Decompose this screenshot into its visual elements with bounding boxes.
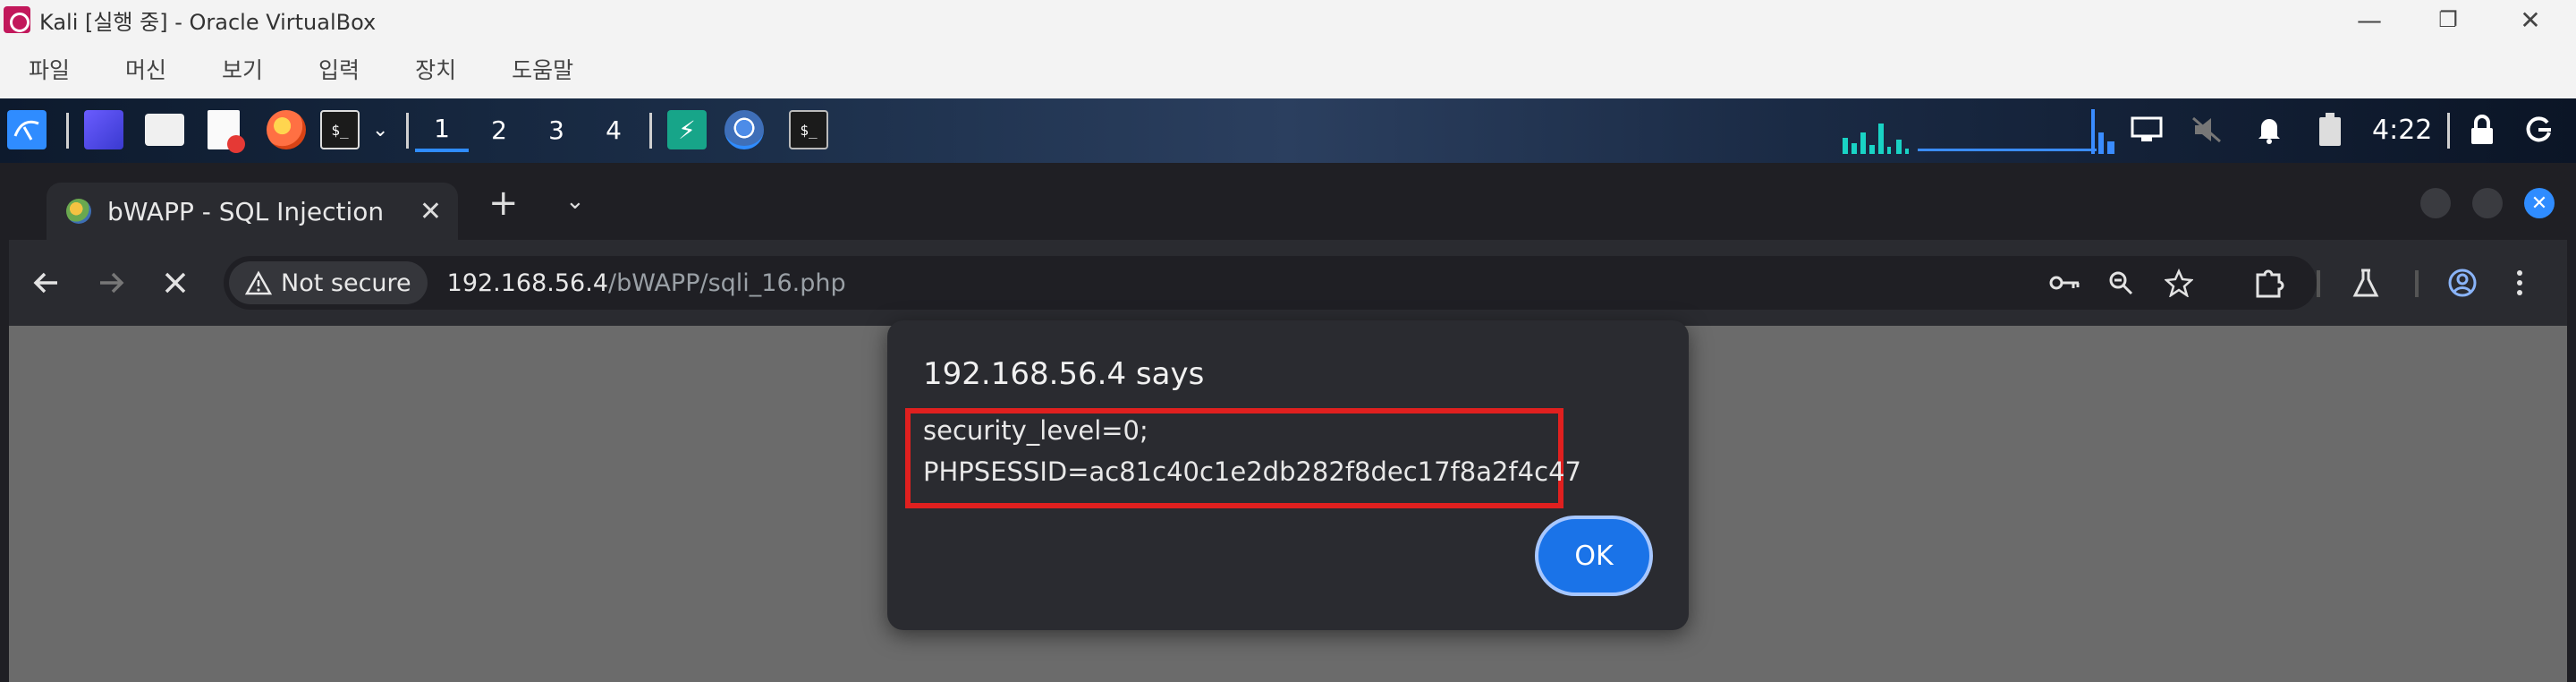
not-secure-label: Not secure [281,269,411,297]
new-tab-button[interactable]: + [488,183,519,224]
battery-icon[interactable] [2317,109,2343,150]
desktop-icon[interactable] [84,109,123,150]
browser-tabstrip: bWAPP - SQL Injection ✕ [0,163,2576,240]
extensions-puzzle-icon[interactable] [2254,267,2286,299]
panel-separator [2447,113,2450,149]
lightning-app-icon[interactable]: ⚡ [667,109,707,150]
panel-separator [406,113,409,149]
terminal-icon[interactable]: $_ [320,109,360,150]
labs-flask-icon[interactable] [2352,267,2379,299]
volume-muted-icon[interactable] [2190,109,2225,150]
dialog-title: 192.168.56.4 says [923,356,1205,392]
warning-triangle-icon [245,270,272,295]
workspace-4[interactable]: 4 [587,109,640,150]
kali-menu-icon[interactable] [7,109,47,150]
zoom-icon[interactable] [2107,267,2134,299]
chevron-down-icon[interactable]: ⌄ [372,109,388,150]
tab-title: bWAPP - SQL Injection [107,196,385,226]
file-manager-icon[interactable] [145,109,184,150]
minimize-button[interactable]: — [2329,0,2410,39]
bookmark-star-icon[interactable] [2165,267,2193,299]
browser-toolbar: Not secure 192.168.56.4/bWAPP/sqli_16.ph… [0,240,2576,326]
stop-loading-icon[interactable] [163,267,188,299]
toolbar-divider [2415,270,2419,297]
browser-minimize-button[interactable] [2420,188,2451,218]
menu-help[interactable]: 도움말 [512,53,573,85]
workspace-2[interactable]: 2 [472,109,526,150]
tab-search-chevron-icon[interactable]: ⌄ [565,188,585,215]
dialog-message-line-2: PHPSESSID=ac81c40c1e2db282f8dec17f8a2f4c… [923,456,1581,487]
more-menu-icon[interactable] [2515,267,2524,299]
key-icon[interactable] [2048,267,2082,299]
terminal-window-icon[interactable]: $_ [789,109,828,150]
browser-maximize-button[interactable] [2472,188,2503,218]
vbox-titlebar: Kali [실행 중] - Oracle VirtualBox [0,0,2576,39]
forward-arrow-icon[interactable] [97,267,125,299]
vbox-menubar: 파일 머신 보기 입력 장치 도움말 [0,39,2576,98]
browser-frame-right [2567,163,2576,682]
restore-button[interactable]: ❐ [2408,0,2488,39]
url-path: /bWAPP/sqli_16.php [608,269,846,297]
dialog-message-line-1: security_level=0; [923,415,1148,446]
ok-button[interactable]: OK [1535,516,1653,596]
cpu-monitor-graph [1841,106,2118,154]
address-bar[interactable]: Not secure 192.168.56.4/bWAPP/sqli_16.ph… [224,256,2317,310]
not-secure-chip[interactable]: Not secure [229,261,428,304]
profile-avatar-icon[interactable] [2447,267,2478,299]
tab-close-icon[interactable]: ✕ [419,196,442,227]
virtualbox-app-icon [4,6,30,33]
menu-view[interactable]: 보기 [222,53,263,85]
network-icon[interactable] [2129,109,2165,150]
workspace-3[interactable]: 3 [530,109,583,150]
browser-close-button[interactable]: ✕ [2524,188,2555,218]
tab-bwapp-sql-injection[interactable]: bWAPP - SQL Injection ✕ [47,183,458,240]
panel-separator [649,113,652,149]
kali-top-panel: $_ ⌄ 1 2 3 4 ⚡ $_ 4:22 [0,98,2576,163]
alert-dialog: 192.168.56.4 says security_level=0; PHPS… [887,320,1689,630]
menu-file[interactable]: 파일 [29,53,70,85]
clock[interactable]: 4:22 [2372,109,2432,150]
text-editor-icon[interactable] [208,109,245,153]
close-window-button[interactable]: ✕ [2490,0,2571,39]
chromium-icon[interactable] [724,109,764,150]
url-host: 192.168.56.4 [446,269,608,297]
menu-input[interactable]: 입력 [318,53,360,85]
firefox-icon[interactable] [267,109,306,150]
menu-machine[interactable]: 머신 [125,53,166,85]
bell-icon[interactable] [2254,109,2284,150]
bwapp-favicon-icon [66,199,91,224]
workspace-1[interactable]: 1 [415,109,469,152]
toolbar-divider [2317,270,2320,297]
lock-icon[interactable] [2469,109,2496,150]
menu-devices[interactable]: 장치 [415,53,456,85]
back-arrow-icon[interactable] [32,267,61,299]
panel-separator [66,113,69,149]
power-icon[interactable] [2524,109,2555,150]
window-title: Kali [실행 중] - Oracle VirtualBox [39,9,377,35]
browser-frame-left [0,163,9,682]
